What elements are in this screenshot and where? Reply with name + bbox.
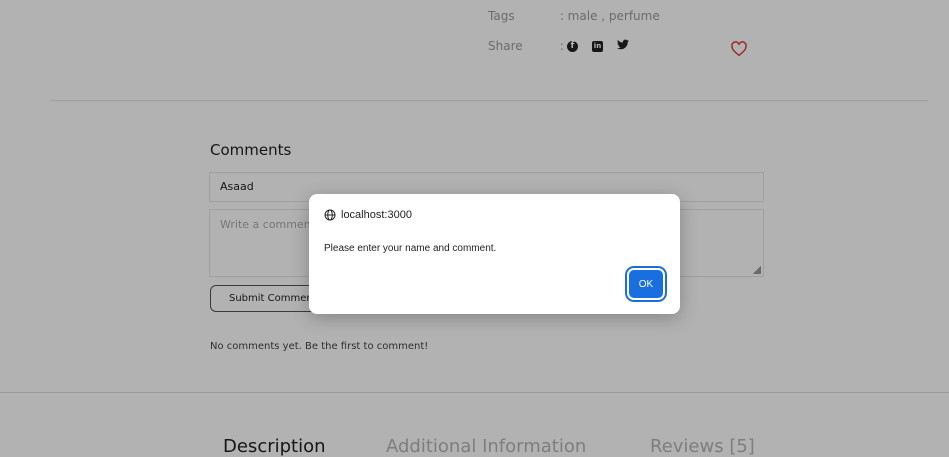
alert-dialog: localhost:3000 Please enter your name an… (309, 194, 680, 314)
dialog-origin: localhost:3000 (324, 209, 412, 221)
globe-icon (324, 209, 336, 221)
dialog-origin-text: localhost:3000 (341, 209, 412, 221)
dialog-message: Please enter your name and comment. (324, 243, 497, 254)
ok-button[interactable]: OK (629, 270, 663, 298)
